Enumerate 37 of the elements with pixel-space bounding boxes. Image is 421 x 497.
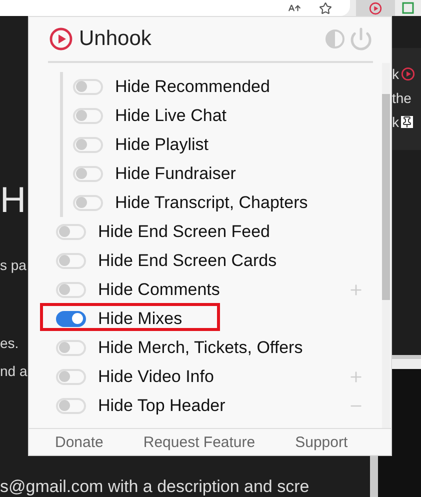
footer-link[interactable]: Request Feature <box>143 434 256 450</box>
option-label: Hide Live Chat <box>115 106 228 126</box>
scrollbar[interactable] <box>382 63 390 428</box>
option-label: Hide End Screen Cards <box>98 250 278 270</box>
page-text: the <box>392 90 412 106</box>
option-label: Hide Merch, Tickets, Offers <box>98 338 304 358</box>
popup-title: Unhook <box>79 27 152 51</box>
option-label: Hide Fundraiser <box>115 164 237 184</box>
option-label: Hide Mixes <box>98 308 184 328</box>
toggle-switch[interactable] <box>56 310 86 326</box>
play-icon <box>369 2 382 14</box>
footer-link[interactable]: Support <box>295 434 348 450</box>
option-label: Hide Playlist <box>115 134 210 154</box>
power-icon[interactable] <box>349 27 373 51</box>
page-text: es. <box>0 334 20 352</box>
contrast-icon[interactable] <box>325 29 345 49</box>
play-icon <box>401 67 415 81</box>
footer-link[interactable]: Donate <box>55 434 104 450</box>
page-text: s pa <box>0 256 28 274</box>
page-text: k <box>392 114 399 130</box>
option-label: Hide Top Header <box>98 396 226 416</box>
option-label: Hide Transcript, Chapters <box>115 192 309 212</box>
page-heading: H <box>0 180 27 220</box>
option-label: Hide Video Info <box>98 366 215 386</box>
logo-icon <box>49 27 73 51</box>
option-label: Hide Comments <box>98 280 221 300</box>
plus-icon[interactable] <box>348 282 364 298</box>
square-icon[interactable] <box>402 2 414 14</box>
extension-button[interactable] <box>356 0 395 16</box>
page-text: k <box>392 66 399 82</box>
page-text: nd a <box>0 362 28 380</box>
option-label: Hide End Screen Feed <box>98 222 271 242</box>
star-icon[interactable] <box>319 2 332 14</box>
pin-icon <box>401 116 413 128</box>
page-text: s@gmail.com with a description and scre <box>0 478 310 497</box>
plus-icon[interactable] <box>348 368 364 384</box>
option-label: Hide Recommended <box>115 76 271 96</box>
